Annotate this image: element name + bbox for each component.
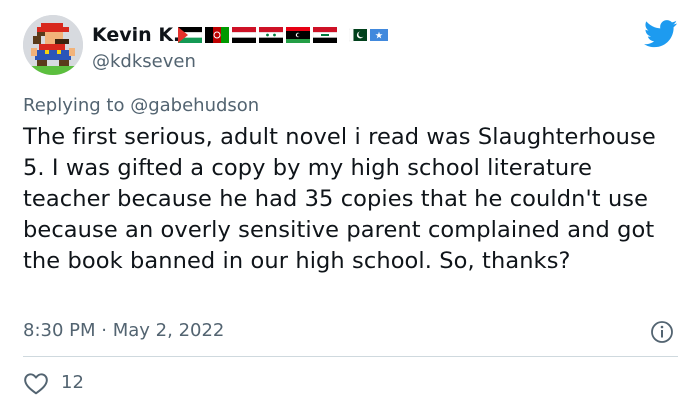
somalia-flag-icon [370, 29, 388, 41]
like-count: 12 [61, 372, 84, 393]
avatar[interactable] [23, 15, 83, 75]
pakistan-flag-icon [349, 28, 367, 42]
reply-mention-link[interactable]: @gabehudson [130, 95, 259, 116]
info-icon[interactable] [650, 320, 674, 344]
heart-icon [24, 373, 48, 395]
user-handle[interactable]: @kdkseven [92, 51, 196, 73]
divider [23, 356, 678, 357]
syria-flag-icon [259, 27, 283, 43]
replying-to: Replying to @gabehudson [23, 95, 259, 117]
iraq-flag-icon [313, 27, 337, 43]
twitter-bird-icon[interactable] [644, 20, 678, 48]
palestine-flag-icon [178, 27, 202, 43]
tweet-text: The first serious, adult novel i read wa… [23, 124, 656, 274]
libya-flag-icon [286, 27, 310, 43]
like-button[interactable]: 12 [23, 371, 84, 395]
afghanistan-flag-icon [205, 27, 229, 43]
display-name[interactable]: Kevin K. [92, 24, 180, 46]
timestamp-separator: · [101, 320, 107, 341]
yemen-flag-icon [232, 27, 256, 43]
flag-emoji-row [178, 26, 388, 44]
replying-to-label: Replying to [23, 95, 125, 116]
tweet-date: May 2, 2022 [112, 320, 225, 341]
avatar-image [23, 15, 83, 75]
tweet-time: 8:30 PM [23, 320, 96, 341]
tweet-timestamp[interactable]: 8:30 PM · May 2, 2022 [23, 320, 224, 342]
